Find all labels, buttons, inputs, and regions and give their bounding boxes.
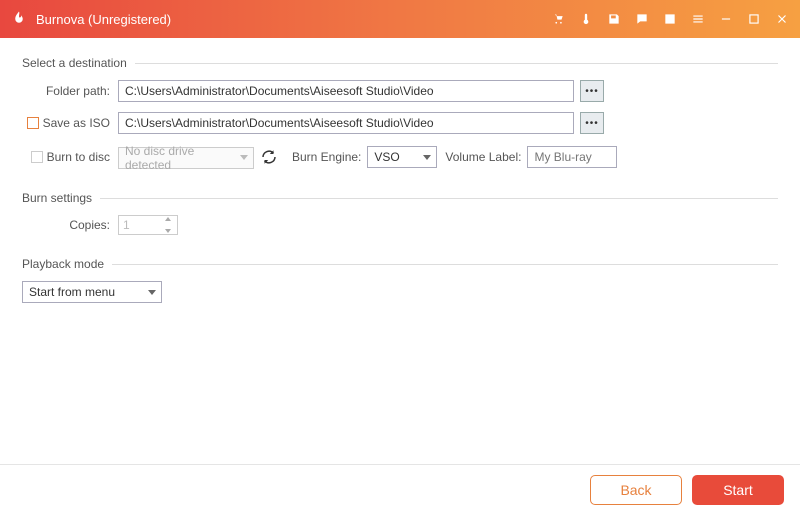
label-copies: Copies: — [22, 218, 118, 232]
copies-stepper[interactable]: 1 — [118, 215, 178, 235]
menu-icon[interactable] — [690, 11, 706, 27]
burn-disc-checkbox[interactable] — [31, 151, 43, 163]
save-icon[interactable] — [606, 11, 622, 27]
label-volume: Volume Label: — [445, 150, 521, 164]
disc-drive-select[interactable]: No disc drive detected — [118, 147, 254, 169]
start-button[interactable]: Start — [692, 475, 784, 505]
folder-path-input[interactable] — [118, 80, 574, 102]
burn-engine-select[interactable]: VSO — [367, 146, 437, 168]
section-destination: Select a destination Folder path: ••• Sa… — [22, 56, 778, 177]
save-iso-text: Save as ISO — [43, 116, 110, 130]
titlebar: Burnova (Unregistered) — [0, 0, 800, 38]
save-iso-input[interactable] — [118, 112, 574, 134]
playback-mode-select-wrap[interactable]: Start from menu — [22, 281, 162, 303]
label-folder-path: Folder path: — [22, 84, 118, 98]
refresh-icon[interactable] — [260, 148, 278, 166]
main-body: Select a destination Folder path: ••• Sa… — [0, 38, 800, 464]
copies-up-icon[interactable] — [165, 217, 171, 221]
section-playback: Playback mode Start from menu — [22, 257, 778, 311]
thermometer-icon[interactable] — [578, 11, 594, 27]
label-burn-disc[interactable]: Burn to disc — [22, 150, 118, 164]
row-copies: Copies: 1 — [22, 215, 778, 235]
app-title: Burnova (Unregistered) — [36, 12, 171, 27]
playback-mode-select[interactable]: Start from menu — [22, 281, 162, 303]
label-burn-engine: Burn Engine: — [292, 150, 361, 164]
facebook-icon[interactable] — [662, 11, 678, 27]
row-folder-path: Folder path: ••• — [22, 80, 778, 102]
app-logo: Burnova (Unregistered) — [10, 10, 171, 28]
section-burn-settings: Burn settings Copies: 1 — [22, 191, 778, 243]
cart-icon[interactable] — [550, 11, 566, 27]
row-playback-mode: Start from menu — [22, 281, 778, 303]
close-icon[interactable] — [774, 11, 790, 27]
burn-disc-text: Burn to disc — [47, 150, 110, 164]
row-burn-disc: Burn to disc No disc drive detected Burn… — [22, 144, 778, 169]
burn-engine-group: Burn Engine: VSO — [292, 146, 437, 168]
burn-engine-select-wrap[interactable]: VSO — [367, 146, 437, 168]
minimize-icon[interactable] — [718, 11, 734, 27]
back-button[interactable]: Back — [590, 475, 682, 505]
legend-burn: Burn settings — [22, 191, 100, 205]
disc-drive-select-wrap[interactable]: No disc drive detected — [118, 144, 254, 169]
save-iso-browse-button[interactable]: ••• — [580, 112, 604, 134]
folder-path-browse-button[interactable]: ••• — [580, 80, 604, 102]
legend-playback: Playback mode — [22, 257, 112, 271]
copies-value: 1 — [123, 218, 130, 232]
label-save-iso[interactable]: Save as ISO — [22, 116, 118, 130]
footer: Back Start — [0, 464, 800, 514]
titlebar-icons — [550, 11, 790, 27]
volume-label-input[interactable] — [527, 146, 617, 168]
copies-down-icon[interactable] — [165, 229, 171, 233]
chat-icon[interactable] — [634, 11, 650, 27]
legend-destination: Select a destination — [22, 56, 135, 70]
volume-label-group: Volume Label: — [445, 146, 617, 168]
maximize-icon[interactable] — [746, 11, 762, 27]
row-save-iso: Save as ISO ••• — [22, 112, 778, 134]
flame-icon — [10, 10, 28, 28]
save-iso-checkbox[interactable] — [27, 117, 39, 129]
